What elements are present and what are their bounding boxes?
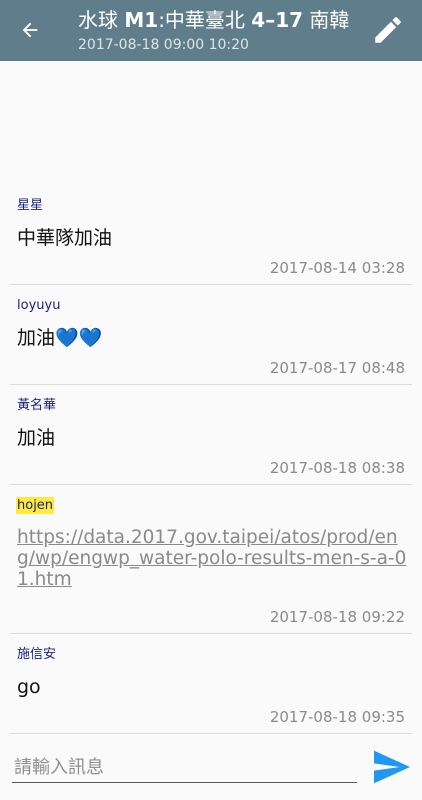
back-button[interactable] — [10, 10, 50, 50]
message-time: 2017-08-18 09:22 — [269, 608, 405, 626]
message-author[interactable]: 星星 — [17, 197, 43, 214]
message-body: 加油 — [17, 427, 56, 449]
message-composer — [0, 735, 422, 800]
message-author[interactable]: hojen — [16, 497, 55, 514]
pencil-icon — [375, 17, 401, 43]
message-time: 2017-08-17 08:48 — [269, 359, 405, 377]
send-icon — [374, 750, 410, 784]
list-item: loyuyu 加油💙💙 2017-08-17 08:48 — [0, 285, 422, 385]
message-list[interactable]: 星星 中華隊加油 2017-08-14 03:28 loyuyu 加油💙💙 20… — [0, 61, 422, 735]
list-item: 黃名華 加油 2017-08-18 08:38 — [0, 385, 422, 485]
message-input[interactable] — [12, 753, 357, 783]
message-time: 2017-08-18 09:35 — [269, 708, 405, 726]
list-item: hojen https://data.2017.gov.taipei/atos/… — [0, 485, 422, 634]
page-title: 水球 M1:中華臺北 4–17 南韓 — [78, 8, 350, 32]
list-item: 星星 中華隊加油 2017-08-14 03:28 — [0, 185, 422, 285]
arrow-left-icon — [22, 22, 38, 38]
message-author[interactable]: 施信安 — [17, 646, 56, 663]
message-body: 加油💙💙 — [17, 327, 103, 349]
send-button[interactable] — [370, 747, 414, 787]
message-author[interactable]: 黃名華 — [17, 397, 56, 414]
message-author[interactable]: loyuyu — [17, 297, 60, 314]
message-body: go — [17, 676, 41, 698]
app-bar: 水球 M1:中華臺北 4–17 南韓 2017-08-18 09:00 10:2… — [0, 0, 422, 61]
page-subtitle: 2017-08-18 09:00 10:20 — [78, 37, 249, 53]
divider — [10, 733, 412, 734]
message-time: 2017-08-14 03:28 — [269, 259, 405, 277]
blue-heart-emoji: 💙💙 — [55, 327, 103, 349]
edit-button[interactable] — [366, 8, 410, 52]
message-link[interactable]: https://data.2017.gov.taipei/atos/prod/e… — [17, 527, 407, 590]
message-time: 2017-08-18 08:38 — [269, 459, 405, 477]
message-body: 中華隊加油 — [17, 227, 113, 249]
list-item: 施信安 go 2017-08-18 09:35 — [0, 634, 422, 734]
